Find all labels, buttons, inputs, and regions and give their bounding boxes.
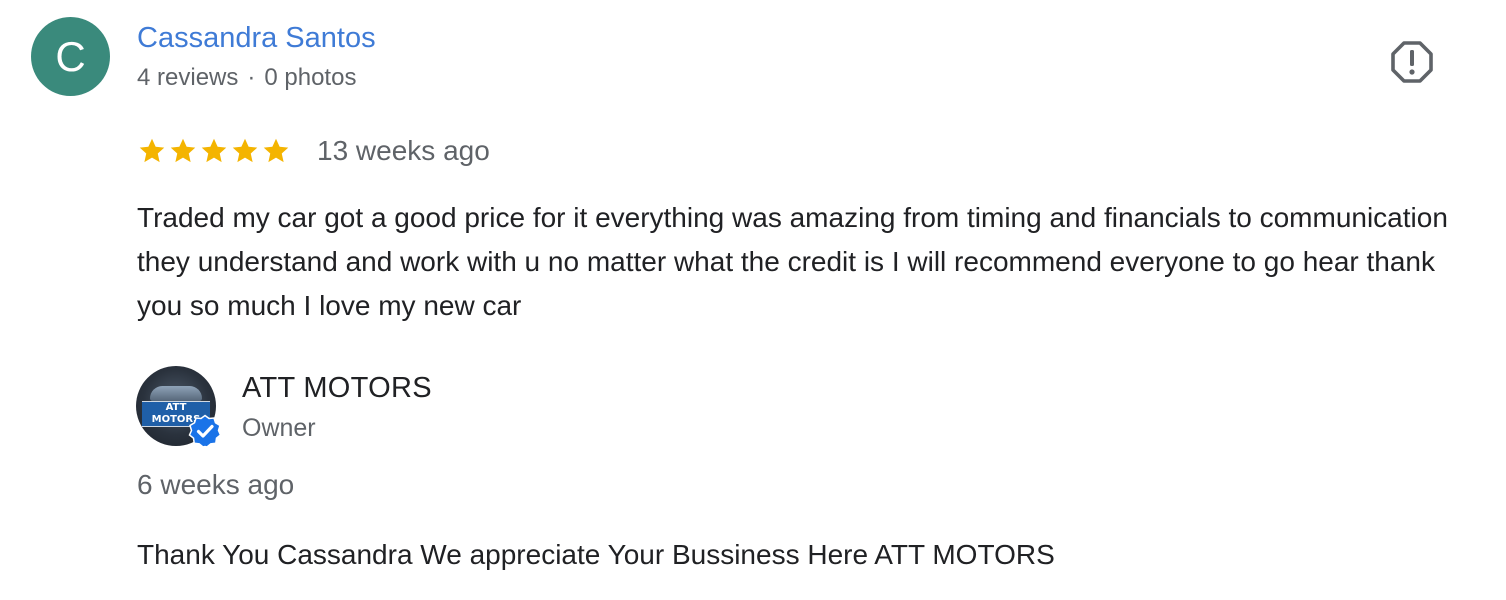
star-icon (201, 138, 227, 163)
star-icon (232, 138, 258, 163)
owner-role: Owner (242, 414, 316, 442)
reviewer-avatar[interactable]: C (31, 17, 110, 96)
reviewer-reviews-count: 4 reviews (137, 64, 239, 91)
reviewer-photos-count: 0 photos (264, 64, 357, 91)
review-text: Traded my car got a good price for it ev… (137, 202, 1448, 321)
reviewer-meta: 4 reviews · 0 photos (137, 63, 356, 93)
reviewer-name-link[interactable]: Cassandra Santos (137, 20, 376, 56)
report-octagon-icon (1391, 41, 1433, 83)
star-icon (139, 138, 165, 163)
owner-reply-date: 6 weeks ago (137, 469, 295, 500)
car-logo-icon (150, 386, 202, 401)
star-rating (137, 136, 291, 166)
meta-separator: · (247, 64, 256, 91)
star-icon (263, 138, 289, 163)
owner-reply-text: Thank You Cassandra We appreciate Your B… (137, 539, 1055, 570)
owner-name: ATT MOTORS (242, 372, 432, 404)
star-icon (170, 138, 196, 163)
review-date: 13 weeks ago (317, 135, 490, 166)
report-review-button[interactable] (1389, 39, 1435, 85)
verified-badge-icon (188, 414, 222, 448)
